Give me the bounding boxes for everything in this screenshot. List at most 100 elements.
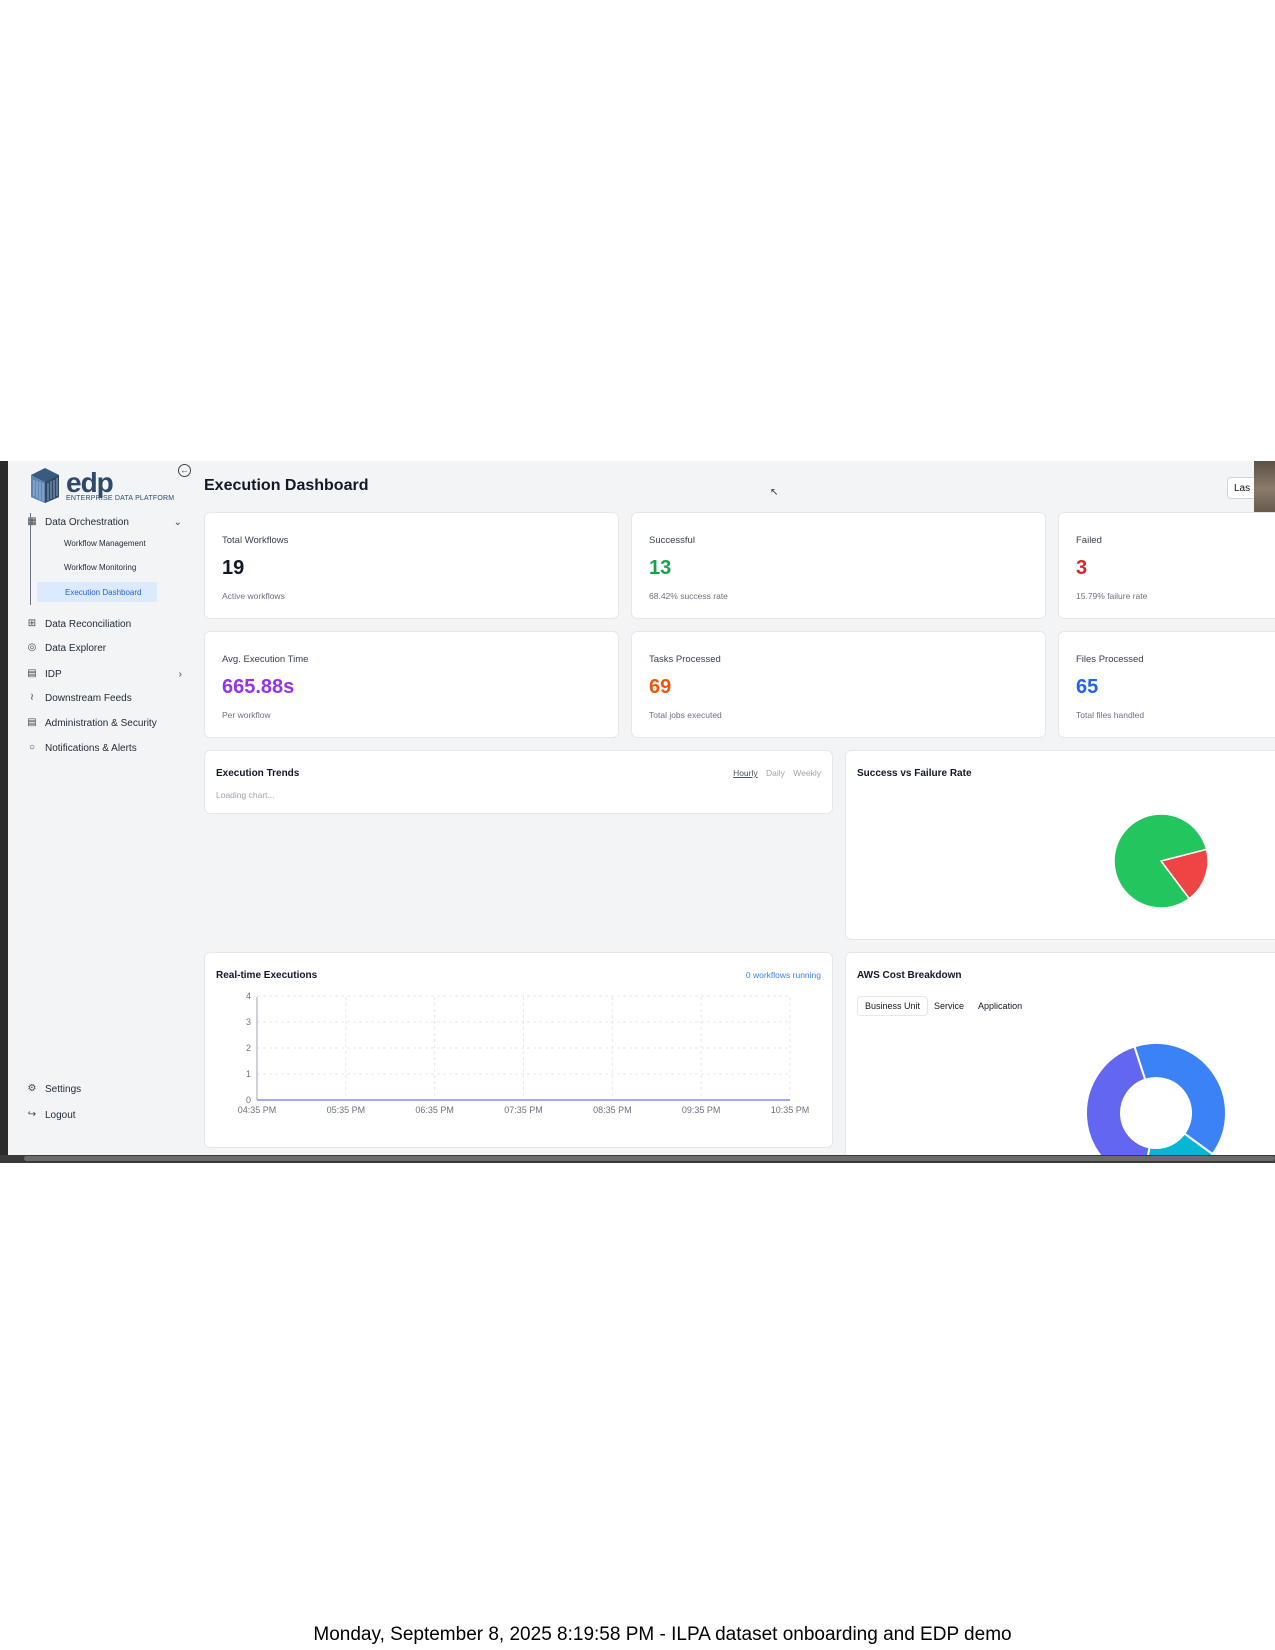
tab-business-unit[interactable]: Business Unit xyxy=(858,997,928,1015)
x-tick-label: 05:35 PM xyxy=(327,1105,366,1115)
sidebar-item-label: Data Orchestration xyxy=(45,516,129,528)
sidebar-item-downstream-feeds[interactable]: ≀ Downstream Feeds xyxy=(26,689,186,707)
submenu-guide-line xyxy=(30,513,31,605)
scrollbar-thumb[interactable] xyxy=(24,1156,1275,1161)
realtime-line-chart: 0 1 2 3 4 04:35 PM 05:35 PM 06:35 PM 07:35 PM 08:… xyxy=(238,991,810,1115)
tab-daily[interactable]: Daily xyxy=(766,768,785,778)
x-tick-label: 04:35 PM xyxy=(238,1105,277,1115)
loading-text: Loading chart... xyxy=(216,790,275,800)
stat-label: Files Processed xyxy=(1076,654,1144,665)
logout-label: Logout xyxy=(45,1109,76,1121)
chevron-right-icon: › xyxy=(178,668,182,680)
sidebar-item-data-reconciliation[interactable]: ⊞ Data Reconciliation xyxy=(26,615,186,633)
sidebar-item-label: IDP xyxy=(45,668,62,680)
x-tick-label: 07:35 PM xyxy=(504,1105,543,1115)
panel-title: Real-time Executions xyxy=(216,970,318,981)
y-tick-label: 1 xyxy=(246,1069,251,1079)
collapse-sidebar-icon[interactable]: ← xyxy=(178,464,191,477)
recording-caption: Monday, September 8, 2025 8:19:58 PM - I… xyxy=(313,1624,1012,1645)
stat-card-total-workflows: Total Workflows 19 Active workflows xyxy=(204,512,619,619)
stat-card-avg-execution-time: Avg. Execution Time 665.88s Per workflow xyxy=(204,631,619,738)
y-tick-label: 4 xyxy=(246,991,251,1001)
edp-logo: edp ENTERPRISE DATA PLATFORM xyxy=(28,465,178,505)
sidebar-item-data-orchestration[interactable]: ▦ Data Orchestration ⌄ xyxy=(26,513,186,531)
tab-hourly[interactable]: Hourly xyxy=(733,768,758,778)
stat-value: 19 xyxy=(222,557,245,579)
globe-icon: ◎ xyxy=(27,642,37,653)
trend-icon: ≀ xyxy=(30,692,34,703)
stat-card-files-processed: Files Processed 65 Total files handled xyxy=(1058,631,1275,738)
tab-application[interactable]: Application xyxy=(971,997,1029,1015)
sidebar-subitem-label: Workflow Management xyxy=(64,538,146,548)
bell-icon: ○ xyxy=(28,742,36,753)
sidebar-item-label: Data Reconciliation xyxy=(45,618,132,630)
x-tick-label: 06:35 PM xyxy=(415,1105,454,1115)
stat-card-failed: Failed 3 15.79% failure rate xyxy=(1058,512,1275,619)
x-tick-label: 08:35 PM xyxy=(593,1105,632,1115)
sidebar-item-label: Administration & Security xyxy=(45,717,157,729)
stat-subtext: Total jobs executed xyxy=(649,710,722,720)
realtime-executions-panel: Real-time Executions 0 workflows running… xyxy=(204,952,833,1148)
trend-range-tabs: Hourly Daily Weekly xyxy=(727,768,821,778)
stat-value: 69 xyxy=(649,676,672,698)
sidebar-item-administration-security[interactable]: ▤ Administration & Security xyxy=(26,714,186,732)
page-title: Execution Dashboard xyxy=(204,477,369,494)
running-count-link[interactable]: 0 workflows running xyxy=(746,970,821,980)
gear-icon: ⚙ xyxy=(27,1083,37,1094)
sidebar-item-idp[interactable]: ▤ IDP › xyxy=(26,665,186,683)
sidebar: edp ENTERPRISE DATA PLATFORM ← ▦ Data Or… xyxy=(8,461,196,1155)
x-tick-label: 09:35 PM xyxy=(682,1105,721,1115)
stat-subtext: Per workflow xyxy=(222,710,271,720)
stat-subtext: 68.42% success rate xyxy=(649,591,728,601)
panel-title: Success vs Failure Rate xyxy=(857,768,972,779)
stat-value: 3 xyxy=(1076,557,1088,579)
sidebar-subitem-label: Workflow Monitoring xyxy=(64,562,137,572)
logout-button[interactable]: ↪ Logout xyxy=(26,1106,186,1124)
sidebar-subitem-execution-dashboard[interactable]: Execution Dashboard xyxy=(37,582,157,602)
stat-label: Failed xyxy=(1076,535,1102,546)
aws-cost-donut xyxy=(1085,1042,1227,1163)
sidebar-item-label: Data Explorer xyxy=(45,642,107,654)
stat-card-successful: Successful 13 68.42% success rate xyxy=(631,512,1046,619)
sidebar-subitem-workflow-management[interactable]: Workflow Management xyxy=(58,533,146,553)
window-edge xyxy=(0,461,8,1163)
stat-value: 665.88s xyxy=(222,676,295,698)
success-failure-panel: Success vs Failure Rate xyxy=(845,750,1275,940)
sidebar-item-label: Notifications & Alerts xyxy=(45,742,137,754)
settings-button[interactable]: ⚙ Settings xyxy=(26,1080,186,1098)
sidebar-subitem-workflow-monitoring[interactable]: Workflow Monitoring xyxy=(58,557,136,577)
donut-segment xyxy=(1085,1045,1151,1163)
cost-breakdown-tabs: Business Unit Service Application xyxy=(858,997,1029,1015)
panel-title: AWS Cost Breakdown xyxy=(857,970,962,981)
horizontal-scrollbar[interactable] xyxy=(0,1155,1275,1163)
stat-value: 65 xyxy=(1076,676,1099,698)
stat-value: 13 xyxy=(649,557,672,579)
grid-icon: ▦ xyxy=(27,516,37,527)
sidebar-item-label: Downstream Feeds xyxy=(45,692,132,704)
stat-subtext: Total files handled xyxy=(1076,710,1145,720)
tab-service[interactable]: Service xyxy=(927,997,971,1015)
logout-icon: ↪ xyxy=(27,1109,37,1120)
stat-label: Tasks Processed xyxy=(649,654,721,665)
stat-subtext: Active workflows xyxy=(222,591,285,601)
chevron-down-icon: ⌄ xyxy=(173,516,182,528)
tab-weekly[interactable]: Weekly xyxy=(793,768,821,778)
logo-subtitle: ENTERPRISE DATA PLATFORM xyxy=(66,495,175,502)
stat-subtext: 15.79% failure rate xyxy=(1076,591,1148,601)
mouse-cursor-icon: ↖ xyxy=(770,487,779,498)
execution-trends-panel: Execution Trends Hourly Daily Weekly Loa… xyxy=(204,750,833,814)
panel-title: Execution Trends xyxy=(216,768,300,779)
sidebar-item-data-explorer[interactable]: ◎ Data Explorer xyxy=(26,639,186,657)
y-tick-label: 0 xyxy=(246,1095,251,1105)
logo-building-icon xyxy=(31,468,59,503)
document-icon: ▤ xyxy=(27,668,37,679)
app-screen: edp ENTERPRISE DATA PLATFORM ← ▦ Data Or… xyxy=(0,461,1275,1163)
y-tick-label: 2 xyxy=(246,1043,251,1053)
stat-label: Total Workflows xyxy=(222,535,289,546)
success-failure-pie xyxy=(1113,813,1209,909)
settings-label: Settings xyxy=(45,1083,82,1095)
sidebar-item-notifications-alerts[interactable]: ○ Notifications & Alerts xyxy=(26,739,186,757)
stat-card-tasks-processed: Tasks Processed 69 Total jobs executed xyxy=(631,631,1046,738)
y-tick-label: 3 xyxy=(246,1017,251,1027)
stat-label: Avg. Execution Time xyxy=(222,654,309,665)
